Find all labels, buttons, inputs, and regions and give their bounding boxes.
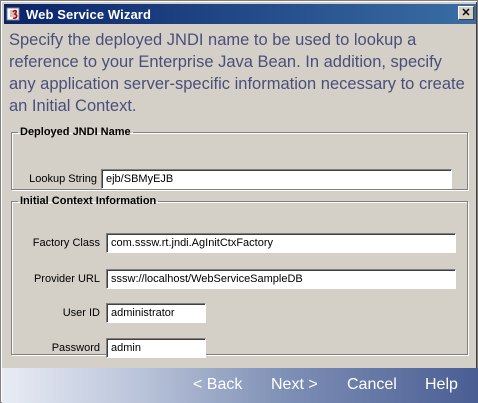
back-button[interactable]: < Back bbox=[193, 376, 242, 394]
initial-context-group: Initial Context Information Factory Clas… bbox=[11, 195, 468, 358]
wizard-window: Web Service Wizard ✕ Specify the deploye… bbox=[0, 0, 478, 403]
deployed-jndi-legend: Deployed JNDI Name bbox=[20, 126, 131, 138]
wizard-button-bar: < Back Next > Cancel Help bbox=[2, 368, 478, 403]
deployed-jndi-group: Deployed JNDI Name Lookup String bbox=[11, 126, 468, 190]
next-button[interactable]: Next > bbox=[271, 376, 318, 394]
lookup-string-input[interactable] bbox=[101, 169, 452, 189]
cancel-button[interactable]: Cancel bbox=[347, 376, 397, 394]
close-icon: ✕ bbox=[461, 6, 471, 19]
help-button[interactable]: Help bbox=[425, 376, 458, 394]
factory-class-label: Factory Class bbox=[32, 237, 100, 249]
password-input[interactable] bbox=[106, 338, 206, 358]
initial-context-legend: Initial Context Information bbox=[20, 195, 157, 207]
lookup-string-label: Lookup String bbox=[29, 173, 97, 185]
close-button[interactable]: ✕ bbox=[458, 6, 474, 20]
password-label: Password bbox=[51, 342, 100, 354]
instruction-text: Specify the deployed JNDI name to be use… bbox=[9, 31, 465, 115]
provider-url-input[interactable] bbox=[106, 269, 456, 289]
provider-url-label: Provider URL bbox=[33, 273, 100, 285]
user-id-label: User ID bbox=[62, 307, 100, 319]
window-title: Web Service Wizard bbox=[26, 6, 151, 22]
factory-class-input[interactable] bbox=[106, 233, 456, 253]
user-id-input[interactable] bbox=[106, 303, 206, 323]
title-bar[interactable]: Web Service Wizard ✕ bbox=[4, 4, 476, 24]
app-icon bbox=[6, 6, 22, 22]
